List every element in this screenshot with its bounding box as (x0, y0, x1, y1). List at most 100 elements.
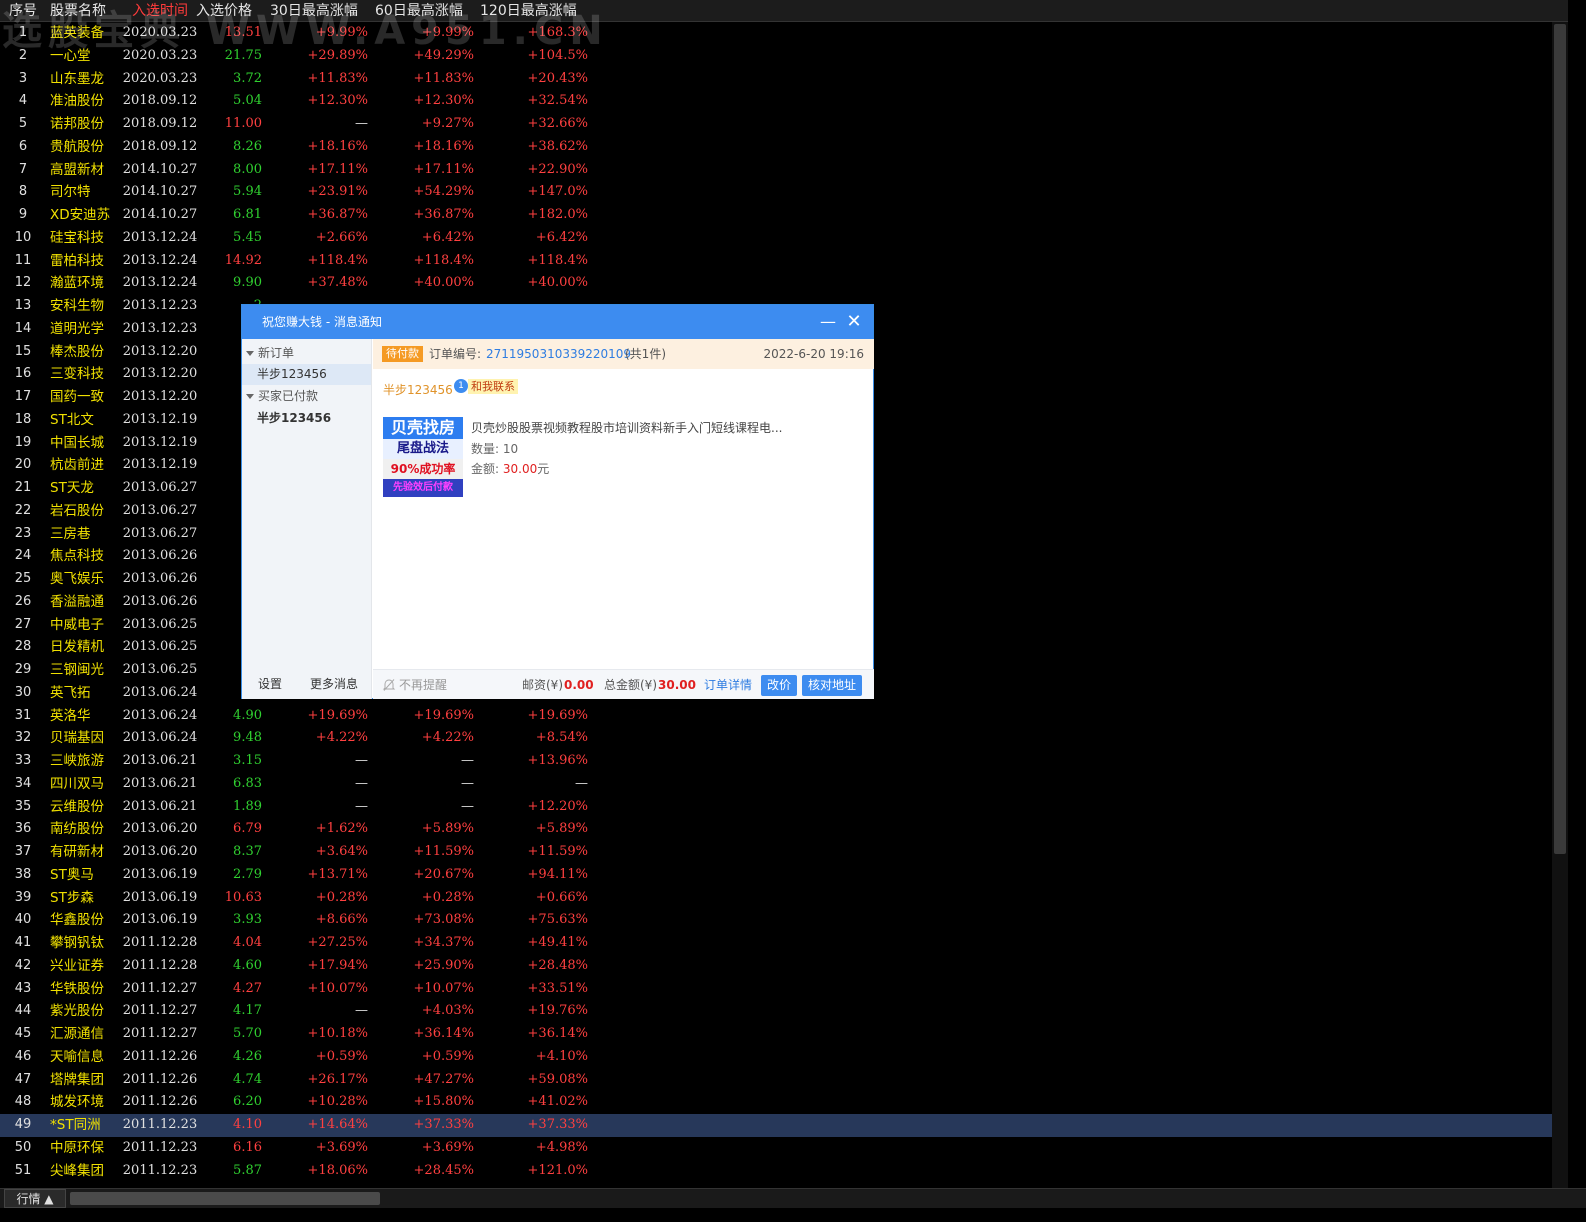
table-row[interactable]: 49 *ST同洲 2011.12.23 4.10 +14.64% +37.33% +37.3… (0, 1114, 1552, 1137)
max-gain-120d: +41.02% (527, 1094, 588, 1110)
table-row[interactable]: 3 山东墨龙 2020.03.23 3.72 +11.83% +11.83% +20.43% (0, 68, 1552, 91)
table-row[interactable]: 41 攀钢钒钛 2011.12.28 4.04 +27.25% +34.37% +49.41… (0, 932, 1552, 955)
close-button[interactable]: ✕ (842, 305, 866, 339)
no-remind-toggle[interactable]: 不再提醒 (399, 670, 447, 700)
col-header-max60[interactable]: 60日最高涨幅 (375, 0, 463, 22)
table-row[interactable]: 6 贵航股份 2018.09.12 8.26 +18.16% +18.16% +38.62% (0, 136, 1552, 159)
table-header: 序号 股票名称 入选时间 入选价格 30日最高涨幅 60日最高涨幅 120日最高… (0, 0, 1568, 22)
col-header-price[interactable]: 入选价格 (196, 0, 252, 22)
select-date: 2013.12.20 (122, 389, 198, 404)
buyer-name[interactable]: 半步123456 (383, 381, 453, 398)
table-row[interactable]: 9 XD安迪苏 2014.10.27 6.81 +36.87% +36.87% +182.0… (0, 204, 1552, 227)
contact-me-link[interactable]: 和我联系 (468, 379, 518, 394)
row-number: 19 (14, 434, 32, 450)
table-row[interactable]: 42 兴业证券 2011.12.28 4.60 +17.94% +25.90% +28.48… (0, 955, 1552, 978)
chat-icon[interactable]: 1 (454, 379, 468, 393)
horizontal-scroll-thumb[interactable] (70, 1192, 380, 1205)
row-number: 29 (14, 662, 32, 677)
table-row[interactable]: 12 瀚蓝环境 2013.12.24 9.90 +37.48% +40.00% +40.00… (0, 272, 1552, 295)
stock-name: 蓝英装备 (50, 25, 104, 41)
max-gain-60d: +54.29% (413, 184, 474, 200)
max-gain-60d: +37.33% (413, 1117, 474, 1132)
order-detail-link[interactable]: 订单详情 (704, 670, 752, 700)
stock-name: 三钢闽光 (50, 662, 104, 678)
col-header-name[interactable]: 股票名称 (50, 0, 120, 22)
select-date: 2013.12.23 (122, 320, 198, 336)
table-row[interactable]: 44 紫光股份 2011.12.27 4.17 — +4.03% +19.76% (0, 1000, 1552, 1023)
table-row[interactable]: 37 有研新材 2013.06.20 8.37 +3.64% +11.59% +11.59% (0, 841, 1552, 864)
stock-name: 四川双马 (50, 775, 104, 792)
table-row[interactable]: 43 华铁股份 2011.12.27 4.27 +10.07% +10.07% +33.51… (0, 978, 1552, 1001)
select-price: 9.48 (233, 730, 262, 746)
table-row[interactable]: 32 贝瑞基因 2013.06.24 9.48 +4.22% +4.22% +8.54% (0, 727, 1552, 750)
max-gain-120d: +13.96% (527, 753, 588, 768)
select-price: 6.16 (233, 1139, 262, 1155)
stock-name: 华鑫股份 (50, 912, 104, 929)
col-header-max120[interactable]: 120日最高涨幅 (480, 0, 577, 22)
order-number[interactable]: 2711950310339220109 (486, 339, 631, 369)
table-row[interactable]: 5 诺邦股份 2018.09.12 11.00 — +9.27% +32.66% (0, 113, 1552, 136)
max-gain-120d: +6.42% (535, 229, 588, 245)
max-gain-60d: +15.80% (413, 1094, 474, 1110)
group-new-orders[interactable]: 新订单 (246, 343, 294, 363)
table-row[interactable]: 1 蓝英装备 2020.03.23 13.51 +9.99% +9.99% +168.3% (0, 22, 1552, 45)
table-row[interactable]: 40 华鑫股份 2013.06.19 3.93 +8.66% +73.08% +75.63% (0, 909, 1552, 932)
vertical-scroll-thumb[interactable] (1554, 24, 1566, 854)
sidebar-item-paid-order[interactable]: 半步123456 (242, 408, 371, 429)
table-row[interactable]: 48 城发环境 2011.12.26 6.20 +10.28% +15.80% +41.02… (0, 1091, 1552, 1114)
check-address-button[interactable]: 核对地址 (802, 675, 863, 696)
col-header-no[interactable]: 序号 (0, 0, 46, 22)
table-row[interactable]: 50 中原环保 2011.12.23 6.16 +3.69% +3.69% +4.98% (0, 1137, 1552, 1160)
group-paid[interactable]: 买家已付款 (246, 386, 318, 406)
table-row[interactable]: 7 高盟新材 2014.10.27 8.00 +17.11% +17.11% +22.90% (0, 159, 1552, 182)
stock-name: 中威电子 (50, 616, 104, 633)
col-header-max30[interactable]: 30日最高涨幅 (270, 0, 358, 22)
stock-name: 安科生物 (50, 298, 104, 314)
table-row[interactable]: 31 英洛华 2013.06.24 4.90 +19.69% +19.69% +19.69% (0, 705, 1552, 728)
select-price: 6.81 (233, 207, 262, 222)
select-date: 2013.06.24 (122, 707, 198, 723)
settings-link[interactable]: 设置 (258, 669, 282, 699)
table-row[interactable]: 33 三峡旅游 2013.06.21 3.15 — — +13.96% (0, 750, 1552, 773)
select-date: 2014.10.27 (122, 207, 198, 222)
table-row[interactable]: 51 尖峰集团 2011.12.23 5.87 +18.06% +28.45% +121.0… (0, 1160, 1552, 1183)
max-gain-60d: +4.03% (421, 1003, 474, 1019)
max-gain-30d: — (355, 116, 368, 131)
table-row[interactable]: 38 ST奥马 2013.06.19 2.79 +13.71% +20.67% +94.11… (0, 864, 1552, 887)
select-date: 2013.06.20 (122, 844, 198, 859)
minimize-button[interactable]: — (816, 305, 840, 339)
select-date: 2013.06.24 (122, 684, 198, 700)
table-row[interactable]: 39 ST步森 2013.06.19 10.63 +0.28% +0.28% +0.66% (0, 887, 1552, 910)
market-tab[interactable]: 行情 ▲ (4, 1189, 66, 1208)
row-number: 28 (14, 639, 32, 655)
popup-title[interactable]: 祝您赚大钱 - 消息通知 (242, 305, 873, 339)
product-title[interactable]: 贝壳炒股股票视频教程股市培训资料新手入门短线课程电... (471, 419, 861, 436)
table-row[interactable]: 34 四川双马 2013.06.21 6.83 — — — (0, 773, 1552, 796)
table-row[interactable]: 36 南纺股份 2013.06.20 6.79 +1.62% +5.89% +5.89% (0, 818, 1552, 841)
more-messages-link[interactable]: 更多消息 (310, 669, 358, 699)
table-row[interactable]: 45 汇源通信 2011.12.27 5.70 +10.18% +36.14% +36.14… (0, 1023, 1552, 1046)
table-row[interactable]: 46 天喻信息 2011.12.26 4.26 +0.59% +0.59% +4.10% (0, 1046, 1552, 1069)
vertical-scrollbar[interactable] (1552, 22, 1568, 1188)
table-row[interactable]: 47 塔牌集团 2011.12.26 4.74 +26.17% +47.27% +59.08… (0, 1069, 1552, 1092)
stock-name: 华铁股份 (50, 980, 104, 997)
max-gain-30d: +27.25% (307, 935, 368, 950)
table-row[interactable]: 35 云维股份 2013.06.21 1.89 — — +12.20% (0, 796, 1552, 819)
change-price-button[interactable]: 改价 (761, 675, 798, 696)
row-number: 7 (18, 161, 28, 177)
product-thumbnail[interactable]: 贝壳找房 尾盘战法 90%成功率 先验效后付款 (383, 417, 463, 497)
select-date: 2011.12.23 (122, 1139, 198, 1155)
select-date: 2011.12.28 (122, 935, 198, 950)
col-header-date[interactable]: 入选时间 (120, 0, 200, 22)
table-row[interactable]: 11 雷柏科技 2013.12.24 14.92 +118.4% +118.4% +118.… (0, 250, 1552, 273)
total-value: 30.00 (658, 678, 696, 692)
table-row[interactable]: 8 司尔特 2014.10.27 5.94 +23.91% +54.29% +147.0% (0, 181, 1552, 204)
table-row[interactable]: 4 准油股份 2018.09.12 5.04 +12.30% +12.30% +32.54% (0, 90, 1552, 113)
row-number: 32 (14, 730, 32, 746)
sidebar-item-new-order[interactable]: 半步123456 (242, 364, 371, 385)
table-row[interactable]: 2 一心堂 2020.03.23 21.75 +29.89% +49.29% +104.5% (0, 45, 1552, 68)
table-row[interactable]: 10 硅宝科技 2013.12.24 5.45 +2.66% +6.42% +6.42% (0, 227, 1552, 250)
bell-off-icon[interactable] (382, 678, 396, 692)
max-gain-120d: +20.43% (527, 70, 588, 86)
max-gain-60d: +36.14% (413, 1026, 474, 1041)
